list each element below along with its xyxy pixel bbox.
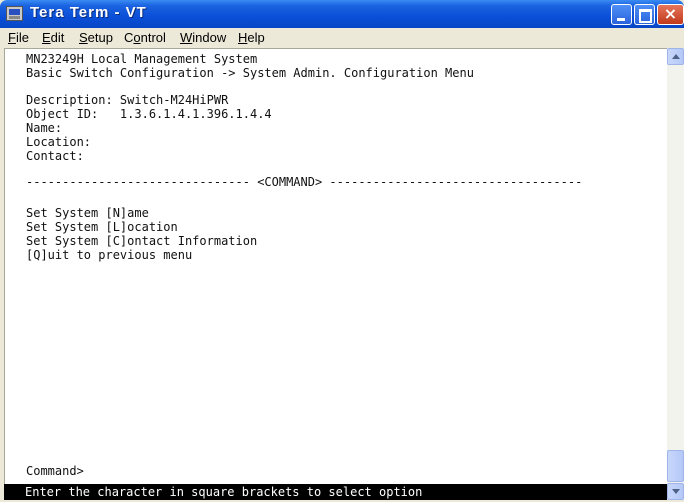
header-line-menu-path: Basic Switch Configuration -> System Adm…	[26, 66, 474, 80]
terminal-status-line: Enter the character in square brackets t…	[4, 484, 667, 500]
window-title: Tera Term - VT	[30, 4, 147, 21]
scroll-up-arrow-icon[interactable]	[667, 48, 684, 65]
option-set-name: Set System [N]ame	[26, 206, 149, 220]
location-line: Location:	[26, 135, 92, 149]
menu-window[interactable]: Window	[180, 30, 226, 45]
contact-line: Contact:	[26, 149, 84, 163]
terminal-app-icon[interactable]	[6, 6, 23, 21]
scroll-down-arrow-icon[interactable]	[667, 483, 684, 500]
command-separator: ------------------------------- <COMMAND…	[26, 175, 583, 189]
menu-setup[interactable]: Setup	[79, 30, 113, 45]
close-icon: ×	[663, 4, 678, 23]
menu-edit[interactable]: Edit	[42, 30, 64, 45]
minimize-button[interactable]	[611, 4, 632, 25]
option-set-contact: Set System [C]ontact Information	[26, 234, 258, 248]
title-bar[interactable]: Tera Term - VT ×	[0, 0, 684, 28]
vertical-scrollbar[interactable]	[667, 48, 684, 500]
scrollbar-thumb[interactable]	[667, 450, 684, 482]
menu-help[interactable]: Help	[238, 30, 265, 45]
command-prompt[interactable]: Command>	[26, 464, 84, 478]
menu-control[interactable]: Control	[124, 30, 166, 45]
menu-file[interactable]: File	[8, 30, 29, 45]
terminal-screen[interactable]: MN23249H Local Management System Basic S…	[4, 48, 667, 485]
description-line: Description: Switch-M24HiPWR	[26, 93, 229, 107]
header-line-system: MN23249H Local Management System	[26, 52, 258, 66]
status-text: Enter the character in square brackets t…	[25, 485, 423, 499]
option-set-location: Set System [L]ocation	[26, 220, 178, 234]
name-line: Name:	[26, 121, 63, 135]
close-button[interactable]: ×	[657, 4, 684, 25]
object-id-line: Object ID: 1.3.6.1.4.1.396.1.4.4	[26, 107, 272, 121]
maximize-button[interactable]	[634, 4, 655, 25]
option-quit: [Q]uit to previous menu	[26, 248, 193, 262]
menu-bar: File Edit Setup Control Window Help	[4, 28, 680, 48]
tera-term-window: Tera Term - VT × File Edit Setup Control…	[0, 0, 684, 502]
